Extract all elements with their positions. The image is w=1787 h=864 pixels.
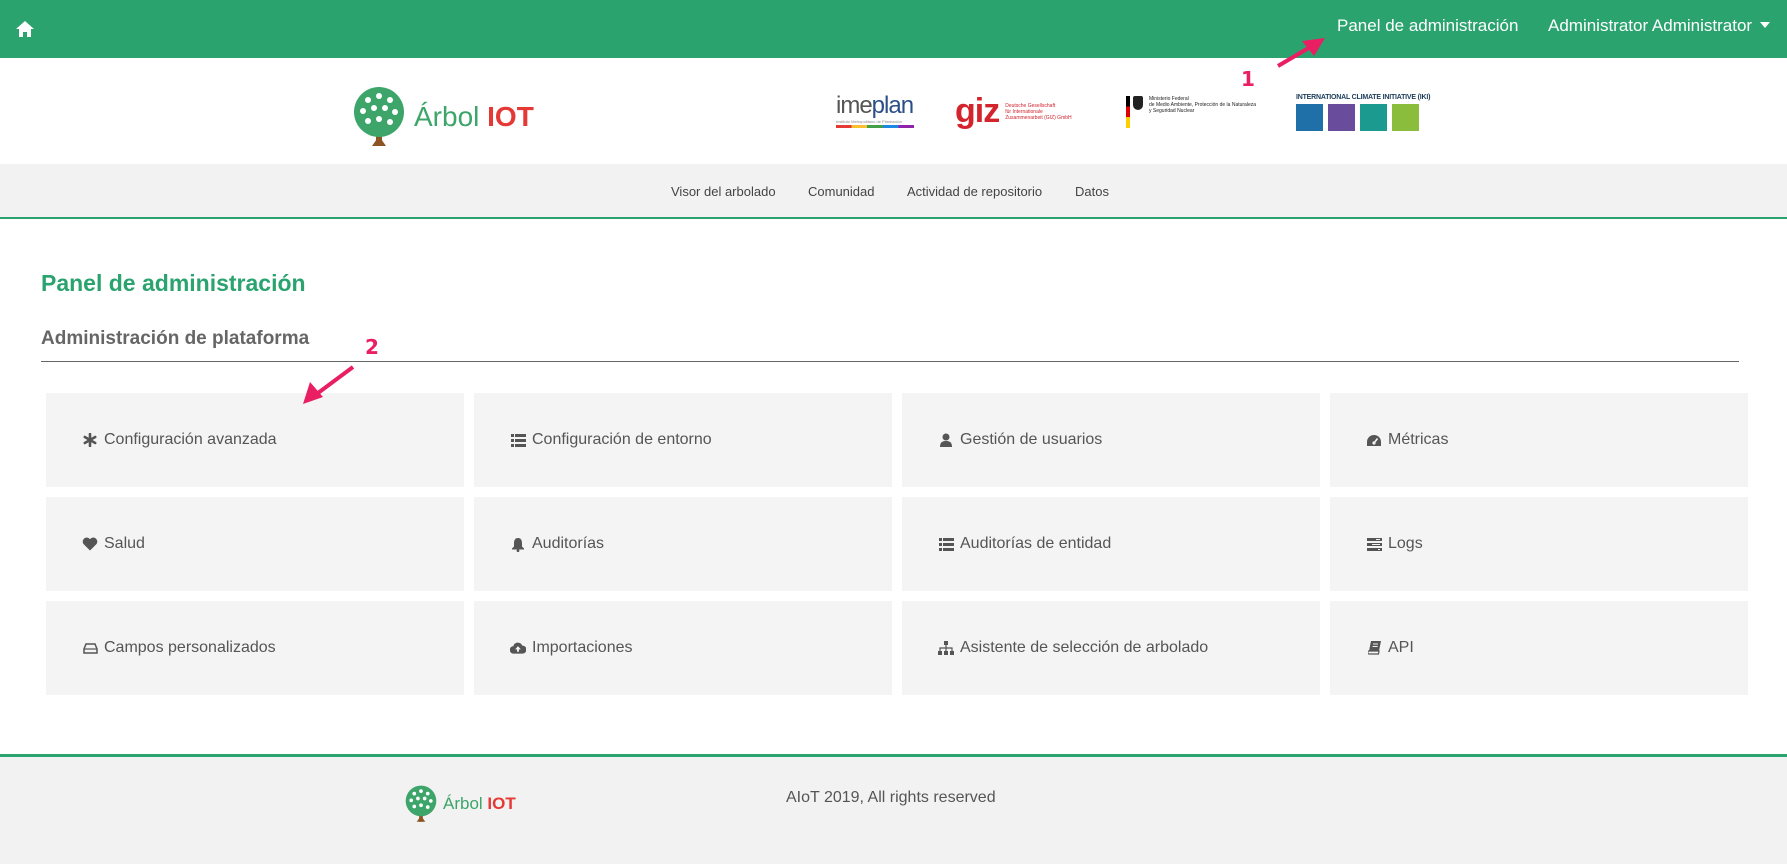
card-api[interactable]: API <box>1330 601 1748 695</box>
book-icon <box>1366 640 1382 656</box>
tasks-icon <box>1366 536 1382 552</box>
card-configuracion-avanzada[interactable]: Configuración avanzada <box>46 393 464 487</box>
top-navbar: Panel de administración Administrator Ad… <box>0 0 1787 58</box>
home-icon[interactable] <box>14 18 36 40</box>
cloud-upload-icon <box>510 640 526 656</box>
card-auditorias[interactable]: Auditorías <box>474 497 892 591</box>
bell-icon <box>510 536 526 552</box>
iki-tile-blue <box>1296 104 1323 131</box>
card-logs[interactable]: Logs <box>1330 497 1748 591</box>
german-flag-icon <box>1126 96 1130 128</box>
nav-actividad-repositorio[interactable]: Actividad de repositorio <box>907 184 1042 199</box>
eagle-icon <box>1133 96 1143 110</box>
brand-name: Árbol IOT <box>414 101 534 132</box>
section-title: Administración de plataforma <box>41 328 310 349</box>
iki-logo: INTERNATIONAL CLIMATE INITIATIVE (IKI) <box>1296 94 1430 131</box>
tree-logo-icon <box>354 87 404 146</box>
card-label: Asistente de selección de arbolado <box>960 639 1209 656</box>
user-icon <box>938 432 954 448</box>
main-nav: Visor del arbolado Comunidad Actividad d… <box>0 164 1787 219</box>
annotation-number-1: 1 <box>1241 67 1255 91</box>
list-icon <box>510 432 526 448</box>
hdd-icon <box>82 640 98 656</box>
sitemap-icon <box>938 640 954 656</box>
card-label: Auditorías de entidad <box>960 535 1112 552</box>
footer-brand-name: Árbol IOT <box>443 794 516 813</box>
user-menu-label: Administrator Administrator <box>1548 16 1753 35</box>
footer <box>0 754 1787 864</box>
card-label: API <box>1388 639 1414 656</box>
brand-logo[interactable]: Árbol IOT <box>350 86 534 148</box>
asterisk-icon <box>82 432 98 448</box>
tachometer-icon <box>1366 432 1382 448</box>
card-label: Campos personalizados <box>104 639 276 656</box>
caret-down-icon <box>1760 22 1771 28</box>
tree-logo-icon <box>405 785 437 822</box>
annotation-number-2: 2 <box>365 335 379 359</box>
iki-tile-purple <box>1328 104 1355 131</box>
card-gestion-usuarios[interactable]: Gestión de usuarios <box>902 393 1320 487</box>
heart-icon <box>82 536 98 552</box>
admin-panel-link[interactable]: Panel de administración <box>1337 16 1518 36</box>
card-configuracion-entorno[interactable]: Configuración de entorno <box>474 393 892 487</box>
nav-comunidad[interactable]: Comunidad <box>808 184 875 199</box>
card-importaciones[interactable]: Importaciones <box>474 601 892 695</box>
card-label: Salud <box>104 535 145 552</box>
card-label: Configuración avanzada <box>104 431 277 448</box>
card-campos-personalizados[interactable]: Campos personalizados <box>46 601 464 695</box>
nav-visor-arbolado[interactable]: Visor del arbolado <box>671 184 776 199</box>
card-asistente-seleccion[interactable]: Asistente de selección de arbolado <box>902 601 1320 695</box>
card-label: Métricas <box>1388 431 1449 448</box>
giz-logo: giz Deutsche Gesellschaft für Internatio… <box>955 92 1072 130</box>
bmu-logo: Ministerio Federal de Medio Ambiente, Pr… <box>1126 96 1256 128</box>
section-divider <box>41 361 1739 362</box>
card-metricas[interactable]: Métricas <box>1330 393 1748 487</box>
nav-datos[interactable]: Datos <box>1075 184 1109 199</box>
page-title: Panel de administración <box>41 270 306 296</box>
card-auditorias-entidad[interactable]: Auditorías de entidad <box>902 497 1320 591</box>
iki-tile-green <box>1392 104 1419 131</box>
card-label: Logs <box>1388 535 1423 552</box>
list-icon <box>938 536 954 552</box>
imeplan-logo: imeplan Instituto Metropolitano de Plane… <box>836 92 914 128</box>
card-salud[interactable]: Salud <box>46 497 464 591</box>
footer-brand-logo[interactable]: Árbol IOT <box>403 785 516 823</box>
card-label: Gestión de usuarios <box>960 431 1103 448</box>
user-menu-dropdown[interactable]: Administrator Administrator <box>1548 16 1771 36</box>
card-label: Configuración de entorno <box>532 431 712 448</box>
iki-tile-teal <box>1360 104 1387 131</box>
card-label: Importaciones <box>532 639 633 656</box>
copyright-text: AIoT 2019, All rights reserved <box>786 789 996 806</box>
card-label: Auditorías <box>532 535 605 552</box>
